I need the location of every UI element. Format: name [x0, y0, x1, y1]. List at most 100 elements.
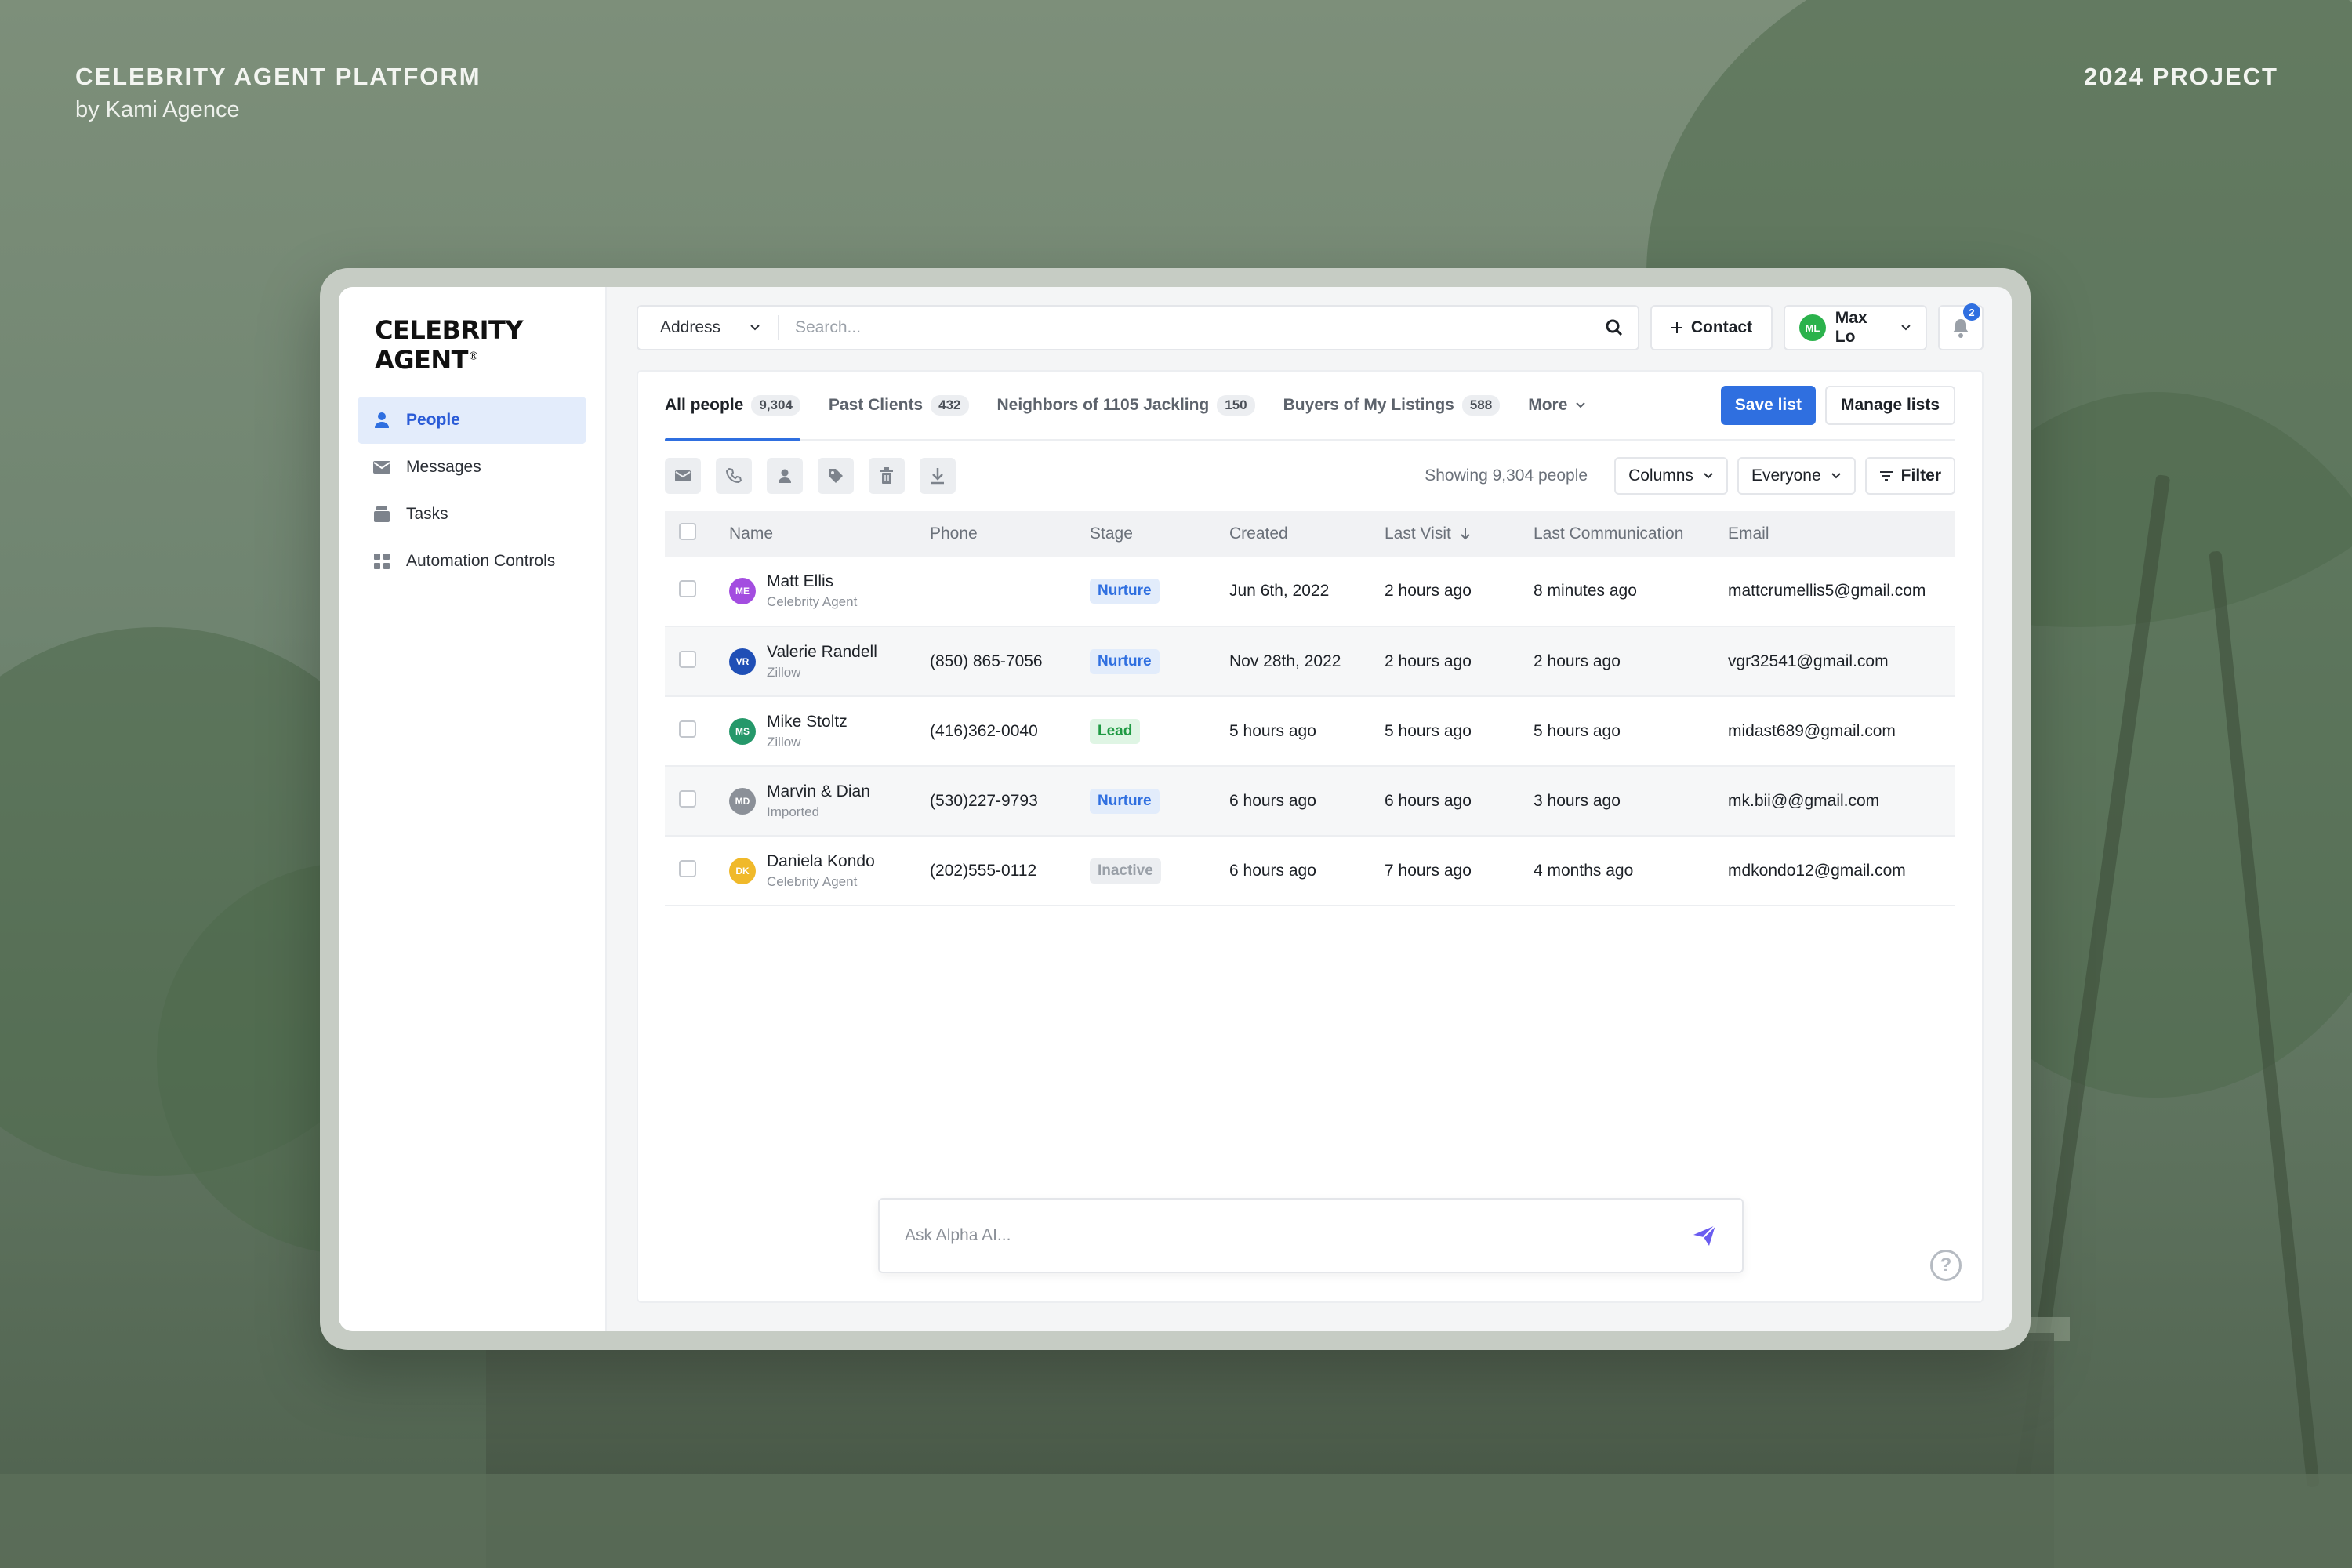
- tag-button[interactable]: [818, 458, 854, 494]
- created-cell: Jun 6th, 2022: [1229, 582, 1330, 600]
- send-icon[interactable]: [1692, 1224, 1717, 1247]
- column-header-last-communication[interactable]: Last Communication: [1534, 511, 1728, 557]
- avatar: MS: [729, 717, 756, 745]
- email-cell[interactable]: mattcrumellis5@gmail.com: [1728, 557, 1955, 626]
- phone-icon: [726, 468, 742, 484]
- showcase-subtitle: by Kami Agence: [75, 97, 240, 122]
- user-name: Max Lo: [1835, 309, 1867, 346]
- search-bar: Address: [637, 305, 1639, 350]
- main-content: Address Contact ML Max Lo 2: [607, 287, 2012, 1331]
- row-checkbox[interactable]: [679, 650, 696, 668]
- save-list-button[interactable]: Save list: [1720, 386, 1816, 425]
- lead-source: Zillow: [767, 734, 801, 750]
- sidebar-item-people[interactable]: People: [358, 397, 586, 444]
- column-header-phone[interactable]: Phone: [930, 511, 1090, 557]
- row-checkbox[interactable]: [679, 789, 696, 808]
- column-header-last-visit[interactable]: Last Visit: [1385, 511, 1534, 557]
- tab-all-people[interactable]: All people 9,304: [665, 371, 800, 441]
- row-checkbox[interactable]: [679, 720, 696, 738]
- person-cell[interactable]: MD Marvin & Dian Imported: [729, 782, 930, 820]
- contact-label: Contact: [1690, 318, 1753, 336]
- person-cell[interactable]: DK Daniela Kondo Celebrity Agent: [729, 852, 930, 890]
- sidebar-item-label: Tasks: [406, 505, 448, 523]
- person-cell[interactable]: VR Valerie Randell Zillow: [729, 643, 930, 681]
- tab-more[interactable]: More: [1528, 371, 1586, 440]
- email-cell[interactable]: vgr32541@gmail.com: [1728, 626, 1955, 696]
- sidebar-item-tasks[interactable]: Tasks: [358, 491, 586, 538]
- table-body: ME Matt Ellis Celebrity Agent Nurture Jun 6t…: [665, 557, 1955, 906]
- select-all-checkbox[interactable]: [679, 523, 696, 540]
- person-cell[interactable]: MS Mike Stoltz Zillow: [729, 713, 930, 750]
- status-badge: Nurture: [1090, 579, 1160, 604]
- add-contact-button[interactable]: Contact: [1650, 305, 1773, 350]
- tab-neighbors[interactable]: Neighbors of 1105 Jackling 150: [997, 371, 1255, 440]
- sidebar-item-label: People: [406, 411, 460, 429]
- sidebar-item-messages[interactable]: Messages: [358, 444, 586, 491]
- table-row[interactable]: MD Marvin & Dian Imported (530)227-9793 Nurt…: [665, 766, 1955, 836]
- tab-label: All people: [665, 396, 744, 414]
- table-row[interactable]: MS Mike Stoltz Zillow (416)362-0040 Lead 5 ho…: [665, 696, 1955, 766]
- tab-buyers-of-my-listings[interactable]: Buyers of My Listings 588: [1283, 371, 1501, 440]
- created-cell: 5 hours ago: [1229, 721, 1316, 740]
- search-input[interactable]: [779, 318, 1591, 337]
- email-cell[interactable]: mk.bii@@gmail.com: [1728, 766, 1955, 836]
- search-button[interactable]: [1591, 318, 1638, 337]
- notification-badge: 2: [1962, 303, 1980, 321]
- columns-dropdown[interactable]: Columns: [1614, 457, 1728, 495]
- filter-icon: [1879, 471, 1893, 481]
- last-visit-cell: 2 hours ago: [1385, 582, 1472, 600]
- assign-user-button[interactable]: [767, 458, 803, 494]
- avatar: ME: [729, 578, 756, 604]
- avatar: ML: [1799, 314, 1826, 341]
- tab-count: 588: [1461, 395, 1501, 416]
- column-header-stage[interactable]: Stage: [1090, 511, 1229, 557]
- tag-icon: [829, 469, 843, 483]
- search-icon: [1606, 319, 1622, 336]
- table-row[interactable]: ME Matt Ellis Celebrity Agent Nurture Jun 6t…: [665, 557, 1955, 626]
- chevron-down-icon: [1576, 402, 1586, 408]
- status-badge: Nurture: [1090, 788, 1160, 814]
- tab-count: 432: [931, 395, 969, 416]
- notifications-button[interactable]: 2: [1938, 303, 1984, 350]
- table-row[interactable]: DK Daniela Kondo Celebrity Agent (202)555-0…: [665, 836, 1955, 906]
- column-header-name[interactable]: Name: [729, 511, 930, 557]
- sidebar-item-automation-controls[interactable]: Automation Controls: [358, 538, 586, 585]
- row-checkbox[interactable]: [679, 580, 696, 597]
- list-tabs: All people 9,304 Past Clients 432 Neighb…: [665, 372, 1955, 441]
- manage-lists-button[interactable]: Manage lists: [1824, 386, 1955, 425]
- person-name: Valerie Randell: [767, 642, 877, 661]
- showcase-title: CELEBRITY AGENT PLATFORM: [75, 63, 481, 90]
- phone-cell: [930, 557, 1090, 626]
- ask-ai-input[interactable]: [905, 1226, 1692, 1245]
- person-cell[interactable]: ME Matt Ellis Celebrity Agent: [729, 572, 930, 610]
- sort-down-icon: [1460, 528, 1470, 540]
- lead-source: Imported: [767, 804, 820, 819]
- call-button[interactable]: [716, 458, 752, 494]
- user-menu[interactable]: ML Max Lo: [1784, 305, 1928, 350]
- column-header-email[interactable]: Email: [1728, 511, 1955, 557]
- email-cell[interactable]: midast689@gmail.com: [1728, 696, 1955, 766]
- delete-button[interactable]: [869, 458, 905, 494]
- created-cell: Nov 28th, 2022: [1229, 652, 1341, 670]
- address-dropdown[interactable]: Address: [638, 315, 779, 340]
- table-row[interactable]: VR Valerie Randell Zillow (850) 865-7056 Nur…: [665, 626, 1955, 696]
- mail-button[interactable]: [665, 458, 701, 494]
- email-cell[interactable]: mdkondo12@gmail.com: [1728, 836, 1955, 906]
- last-visit-cell: 2 hours ago: [1385, 652, 1472, 670]
- app-logo[interactable]: CELEBRITY AGENT®: [375, 315, 586, 375]
- ai-assistant-bar: [878, 1198, 1744, 1273]
- column-header-label: Last Visit: [1385, 524, 1451, 543]
- filter-button[interactable]: Filter: [1864, 457, 1955, 495]
- help-icon[interactable]: ?: [1930, 1250, 1962, 1281]
- export-button[interactable]: [920, 458, 956, 494]
- last-visit-cell: 7 hours ago: [1385, 861, 1472, 880]
- toolbar-controls: Showing 9,304 people Columns Everyone Fi…: [1425, 457, 1955, 495]
- tab-past-clients[interactable]: Past Clients 432: [829, 371, 969, 440]
- trash-icon: [880, 467, 893, 484]
- phone-cell: (416)362-0040: [930, 721, 1038, 740]
- column-header-created[interactable]: Created: [1229, 511, 1385, 557]
- status-badge: Inactive: [1090, 858, 1161, 884]
- row-checkbox[interactable]: [679, 859, 696, 877]
- everyone-dropdown[interactable]: Everyone: [1737, 457, 1856, 495]
- table-header-row: Name Phone Stage Created Last Visit Last…: [665, 511, 1955, 557]
